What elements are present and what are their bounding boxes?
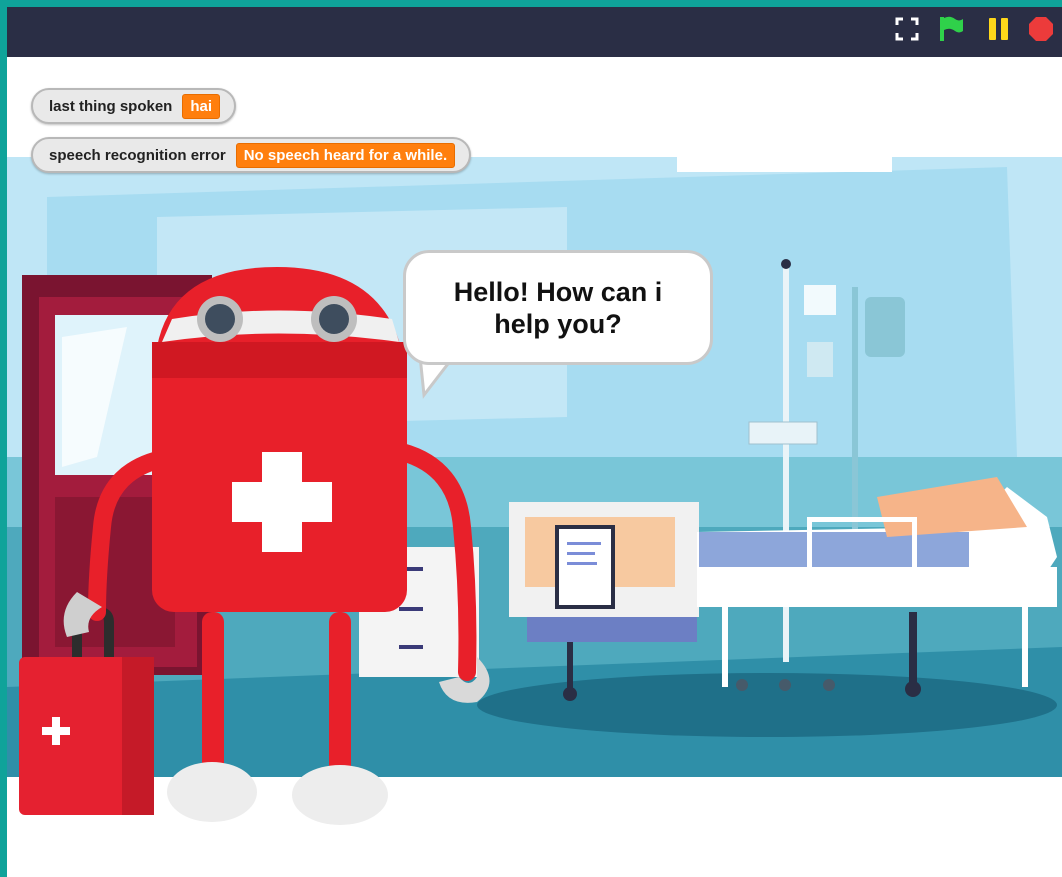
monitor-label: last thing spoken [49, 97, 173, 115]
monitor-value: hai [182, 93, 221, 119]
hospital-backdrop [7, 57, 1062, 877]
monitor-speech-recognition-error[interactable]: speech recognition error No speech heard… [31, 137, 472, 173]
green-flag-icon[interactable] [937, 15, 965, 43]
pause-icon[interactable] [985, 15, 1013, 43]
stage-frame: last thing spoken hai speech recognition… [7, 7, 1062, 877]
monitor-last-thing-spoken[interactable]: last thing spoken hai [31, 88, 237, 124]
stage[interactable]: last thing spoken hai speech recognition… [7, 57, 1062, 877]
monitor-value: No speech heard for a while. [235, 142, 456, 168]
speech-text: Hello! How can i help you? [453, 276, 663, 339]
speech-bubble: Hello! How can i help you? [403, 250, 713, 365]
monitor-label: speech recognition error [49, 146, 226, 164]
fullscreen-icon[interactable] [893, 15, 921, 43]
stage-toolbar [7, 7, 1062, 57]
stop-icon[interactable] [1027, 15, 1055, 43]
